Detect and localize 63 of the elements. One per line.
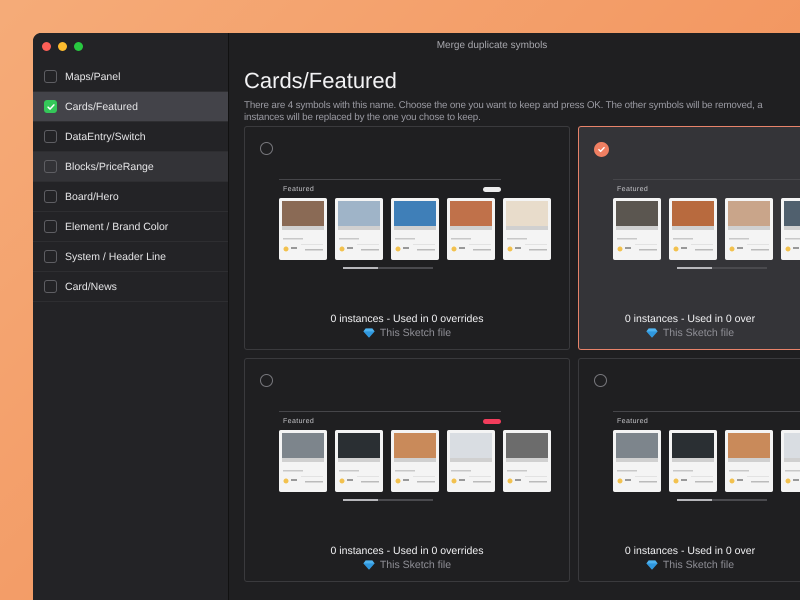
usage-text: 0 instances - Used in 0 overrides [330,545,484,557]
mini-card-drawing [335,198,383,260]
symbol-name: Card/News [65,280,117,292]
symbol-name: System / Header Line [65,250,166,262]
description-text: instances will be replaced by the one you chose to keep. [244,112,482,124]
mini-card-drawing [669,198,717,260]
mini-card-drawing [613,198,661,260]
maximize-icon[interactable] [74,42,83,51]
symbol-name: Blocks/PriceRange [65,160,154,172]
radio-button[interactable] [594,142,609,157]
mini-card-drawing [447,430,495,492]
gem-icon [362,328,375,338]
checkbox[interactable] [44,190,57,203]
mini-card-drawing [447,198,495,260]
mini-card-drawing [279,198,327,260]
symbol-name: Board/Hero [65,190,119,202]
sidebar-item[interactable]: Board/Hero [33,182,228,212]
usage-text: 0 instances - Used in 0 overrides [330,313,484,325]
window-title: Merge duplicate symbols [436,39,548,53]
sidebar-item[interactable]: Blocks/PriceRange [33,152,228,182]
checkbox[interactable] [44,100,57,113]
checkbox[interactable] [44,70,57,83]
symbol-heading: Cards/Featured [244,68,398,94]
description-text: There are 4 symbols with this name. Choose the one you want to keep and press OK. The other symbols will be removed, a [244,100,764,112]
mini-card-drawing [335,430,383,492]
gem-icon [646,560,658,570]
radio-button[interactable] [594,374,607,387]
checkbox[interactable] [44,250,57,263]
check-icon [597,145,606,154]
symbol-name: Element / Brand Color [65,220,168,232]
sidebar-item[interactable]: Card/News [33,272,228,302]
checkbox[interactable] [44,130,57,143]
mini-card-drawing [391,198,439,260]
symbol-name: Maps/Panel [65,70,120,82]
mini-card-drawing [725,430,773,492]
radio-button[interactable] [260,142,273,155]
mini-card-drawing [391,430,439,492]
usage-text: 0 instances - Used in 0 over [624,313,756,325]
sidebar-item[interactable]: Element / Brand Color [33,212,228,242]
mini-card-drawing [725,198,773,260]
mini-card-drawing [503,430,551,492]
minimize-icon[interactable] [58,42,67,51]
usage-text: 0 instances - Used in 0 over [624,545,756,557]
sidebar-item[interactable]: Cards/Featured [33,92,228,122]
gem-icon [362,560,375,570]
radio-button[interactable] [260,374,273,387]
mini-card-drawing [669,430,717,492]
check-icon [46,102,56,112]
checkbox[interactable] [44,220,57,233]
source-text: This Sketch file [380,559,452,571]
mini-card-drawing [613,430,661,492]
close-icon[interactable] [42,42,51,51]
sidebar-item[interactable]: System / Header Line [33,242,228,272]
mini-card-drawing [503,198,551,260]
checkbox[interactable] [44,280,57,293]
checkbox[interactable] [44,160,57,173]
mini-card-drawing [279,430,327,492]
source-text: This Sketch file [380,327,452,339]
symbol-name: DataEntry/Switch [65,130,146,142]
source-text: This Sketch file [662,559,734,571]
symbol-name: Cards/Featured [65,100,138,112]
source-text: This Sketch file [662,327,734,339]
gem-icon [646,328,658,338]
